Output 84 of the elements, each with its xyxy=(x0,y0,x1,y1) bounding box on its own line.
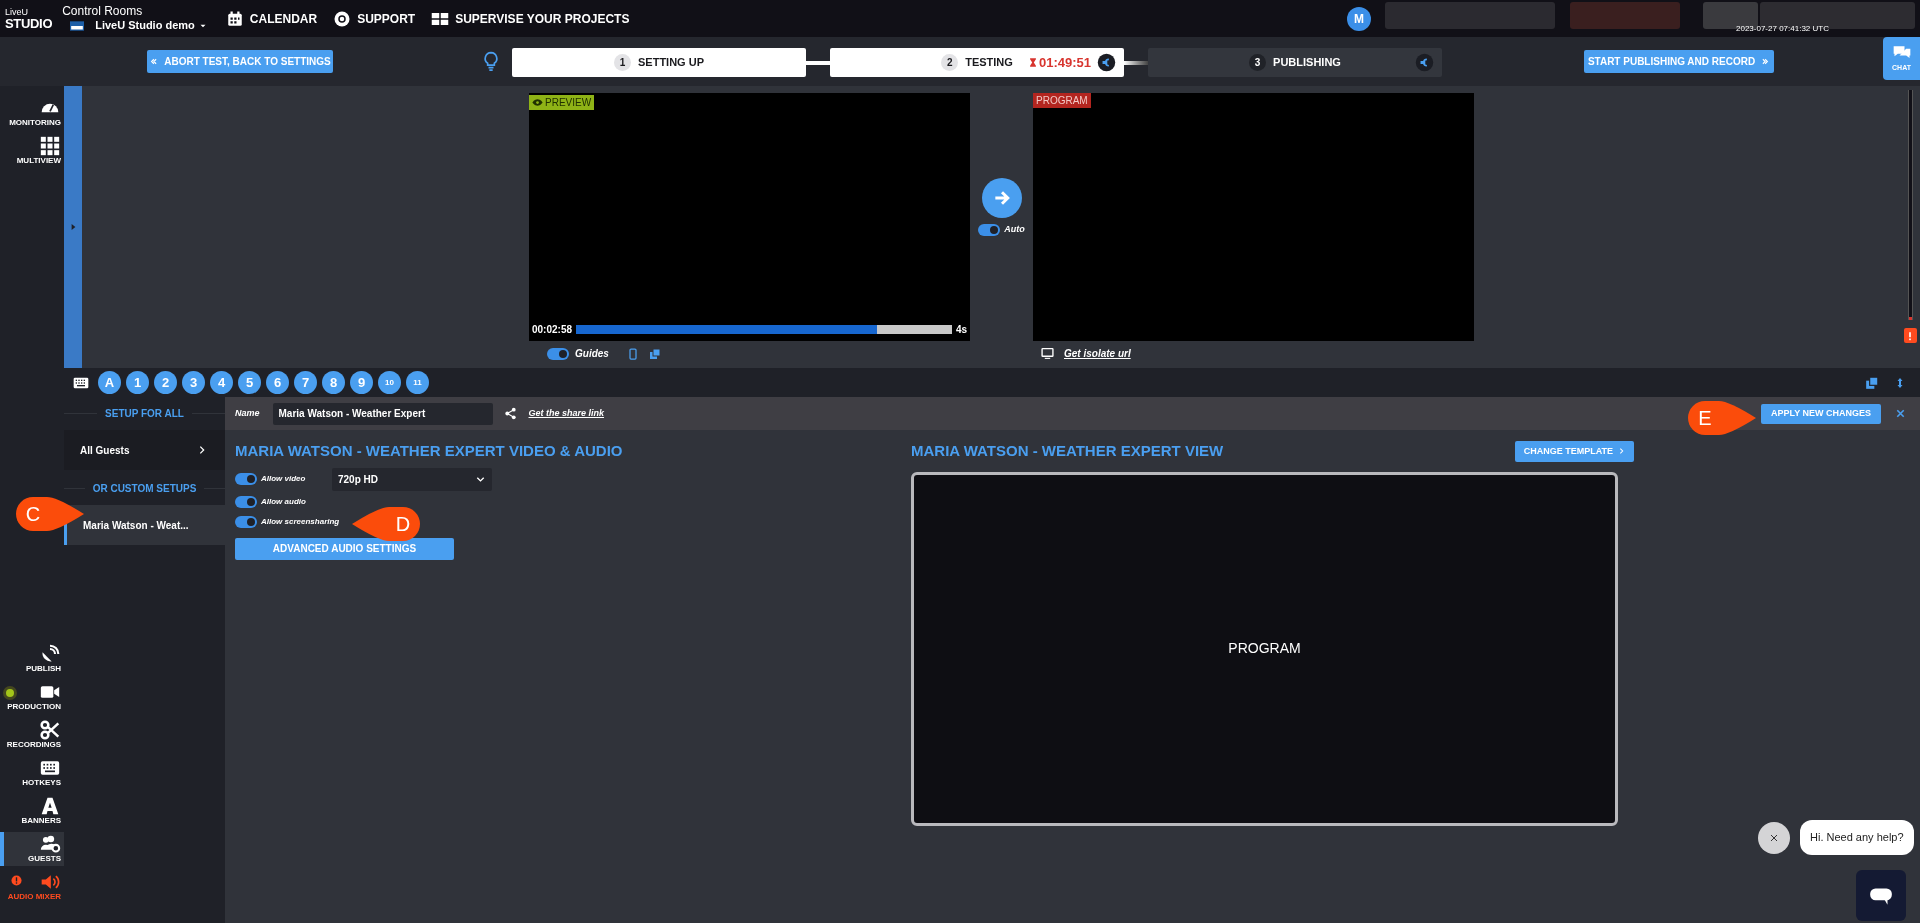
step-label: SETTING UP xyxy=(638,55,704,71)
lifebuoy-icon xyxy=(333,9,352,28)
euro-icon[interactable] xyxy=(1097,53,1116,73)
section-title: Control Rooms xyxy=(62,4,144,19)
copy-icon[interactable] xyxy=(1865,375,1879,390)
countdown-timer: 01:49:51 xyxy=(1038,54,1091,72)
sidebar-toggle[interactable] xyxy=(64,86,82,368)
chat-bubble: Hi. Need any help? xyxy=(1800,820,1914,855)
euro-icon[interactable] xyxy=(1415,53,1434,72)
help-chat-button[interactable] xyxy=(1856,870,1906,921)
auto-label: Auto xyxy=(1004,222,1025,236)
calendar-icon xyxy=(225,9,244,28)
isolate-url-link[interactable]: Get isolate url xyxy=(1064,346,1131,361)
toggle-switch[interactable] xyxy=(235,473,257,485)
option-label: Allow screensharing xyxy=(261,515,340,528)
option-label: Allow audio xyxy=(261,495,307,508)
share-link[interactable]: Get the share link xyxy=(528,406,605,421)
double-chevron-icon xyxy=(149,57,159,66)
keyboard-icon xyxy=(39,758,61,778)
nav-item[interactable]: PRODUCTION xyxy=(0,680,64,714)
step-number: 2 xyxy=(941,54,959,71)
remaining-time: 4s xyxy=(955,323,967,337)
satellite-dish-icon xyxy=(39,644,61,664)
transition-button[interactable] xyxy=(981,177,1022,218)
menu-link[interactable]: CALENDAR xyxy=(225,9,318,28)
callout-marker: E xyxy=(1686,399,1756,437)
lightbulb-icon[interactable] xyxy=(481,50,501,72)
name-label: Name xyxy=(235,406,260,420)
share-icon[interactable] xyxy=(503,407,517,420)
step-label: TESTING xyxy=(965,55,1013,71)
nav-item[interactable]: HOTKEYS xyxy=(0,756,64,790)
nav-item[interactable]: PUBLISH xyxy=(0,642,64,676)
eye-icon xyxy=(532,97,543,108)
nav-item[interactable]: MONITORING xyxy=(0,96,64,130)
step-label: PUBLISHING xyxy=(1273,55,1341,71)
guides-label: Guides xyxy=(575,347,609,361)
timestamp: 2023-07-27 07:41:32 UTC xyxy=(1736,25,1829,33)
toggle-switch[interactable] xyxy=(235,515,257,528)
step-tab[interactable]: 3 PUBLISHING xyxy=(1148,48,1442,77)
layout-label: PROGRAM xyxy=(1228,639,1301,658)
close-button[interactable] xyxy=(1758,821,1790,854)
letter-icon xyxy=(39,796,61,816)
section-title: MARIA WATSON - WEATHER EXPERT VIEW xyxy=(911,441,1224,461)
nav-item[interactable]: BANNERS xyxy=(0,794,64,828)
nav-item[interactable]: GUESTS xyxy=(0,832,64,866)
step-number: 3 xyxy=(1249,54,1267,71)
section-heading: SETUP FOR ALL xyxy=(104,407,185,421)
phone-icon[interactable] xyxy=(626,346,639,361)
warning-icon[interactable] xyxy=(1903,328,1917,343)
step-tab[interactable]: 2 TESTING 01:49:51 xyxy=(830,48,1124,77)
elapsed-time: 00:02:58 xyxy=(532,323,573,337)
menu-link[interactable]: SUPERVISE YOUR PROJECTS xyxy=(431,9,630,28)
scissors-icon xyxy=(39,720,61,740)
hourglass-icon xyxy=(1027,56,1038,70)
step-tab[interactable]: 1 SETTING UP xyxy=(512,48,806,77)
grid-icon xyxy=(39,136,61,156)
nav-item[interactable]: AUDIO MIXER xyxy=(0,870,64,904)
close-icon[interactable] xyxy=(1895,408,1906,419)
callout-marker: C xyxy=(14,495,84,533)
copy-icon[interactable] xyxy=(648,347,661,360)
toggle-switch[interactable] xyxy=(235,495,257,508)
menu-link[interactable]: SUPPORT xyxy=(333,9,416,28)
quality-dropdown[interactable]: 720p HD xyxy=(332,467,492,491)
double-chevron-icon xyxy=(1761,57,1771,66)
guest-list-item[interactable]: Maria Watson - Weat... xyxy=(64,505,225,545)
chevron-right-icon xyxy=(1618,447,1625,456)
nav-item[interactable]: MULTIVIEW xyxy=(0,134,64,168)
auto-toggle[interactable] xyxy=(978,223,1001,236)
program-badge: PROGRAM xyxy=(1033,93,1091,108)
guides-toggle[interactable] xyxy=(547,347,569,360)
preview-badge: PREVIEW xyxy=(529,95,595,110)
alert-icon xyxy=(11,875,22,886)
monitor-icon xyxy=(1041,347,1054,360)
logo[interactable]: LiveU STUDIO xyxy=(5,7,53,30)
guest-list-item[interactable]: All Guests xyxy=(64,430,225,470)
section-title: MARIA WATSON - WEATHER EXPERT VIDEO & AUDIO xyxy=(235,441,624,461)
users-gear-icon xyxy=(39,834,61,854)
chevron-right-icon xyxy=(197,444,207,456)
name-field[interactable]: Maria Watson - Weather Expert xyxy=(272,402,493,425)
workspace-selector[interactable]: LiveU Studio demo xyxy=(62,19,208,33)
step-number: 1 xyxy=(614,54,631,71)
callout-marker: D xyxy=(352,505,422,543)
nav-item[interactable]: RECORDINGS xyxy=(0,718,64,752)
section-heading: OR CUSTOM SETUPS xyxy=(91,482,198,496)
